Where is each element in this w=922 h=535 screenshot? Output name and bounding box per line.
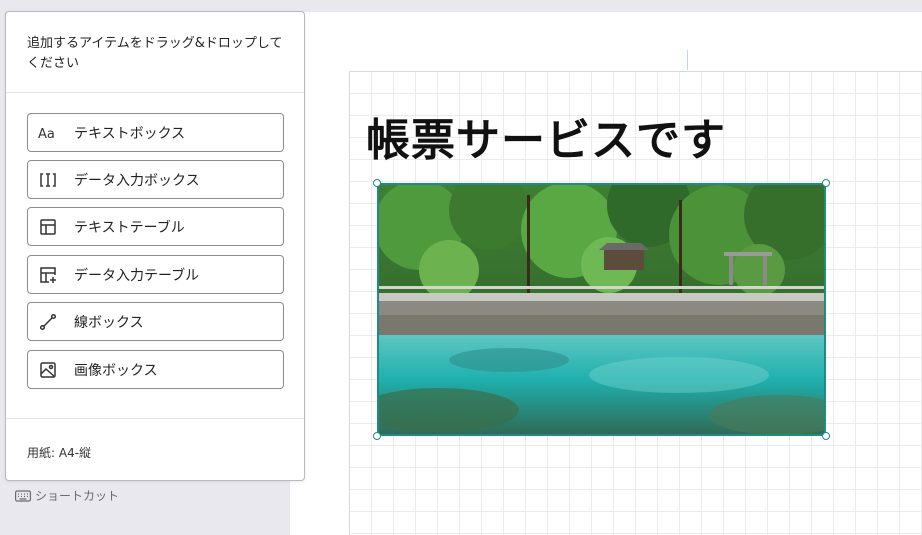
panel-divider-top bbox=[6, 92, 304, 93]
item-text-box[interactable]: Aa テキストボックス bbox=[27, 113, 284, 152]
landscape-photo bbox=[379, 185, 824, 434]
table-icon bbox=[38, 217, 58, 237]
keyboard-icon bbox=[15, 489, 31, 502]
text-font-icon: Aa bbox=[38, 123, 58, 143]
resize-handle-top-right[interactable] bbox=[822, 179, 830, 187]
panel-instruction: 追加するアイテムをドラッグ&ドロップしてください bbox=[27, 36, 283, 71]
panel-divider-bottom bbox=[6, 418, 304, 419]
resize-handle-bottom-right[interactable] bbox=[822, 432, 830, 440]
item-text-table[interactable]: テキストテーブル bbox=[27, 207, 284, 246]
item-line-box[interactable]: 線ボックス bbox=[27, 302, 284, 341]
shortcut-button[interactable]: ショートカット bbox=[15, 487, 119, 504]
item-label: テキストテーブル bbox=[74, 219, 185, 236]
item-label: データ入力テーブル bbox=[74, 267, 200, 284]
svg-text:Aa: Aa bbox=[38, 127, 55, 141]
item-label: テキストボックス bbox=[74, 125, 186, 142]
paper-size-label: 用紙: A4-縦 bbox=[27, 446, 92, 460]
item-label: 画像ボックス bbox=[74, 362, 158, 379]
shortcut-label: ショートカット bbox=[35, 489, 120, 503]
item-data-input-table[interactable]: データ入力テーブル bbox=[27, 255, 284, 294]
item-label: 線ボックス bbox=[74, 314, 144, 331]
item-data-input-box[interactable]: データ入力ボックス bbox=[27, 160, 284, 199]
image-box[interactable] bbox=[377, 183, 826, 436]
image-icon bbox=[38, 360, 58, 380]
resize-handle-top-left[interactable] bbox=[373, 179, 381, 187]
item-image-box[interactable]: 画像ボックス bbox=[27, 350, 284, 389]
resize-handle-bottom-left[interactable] bbox=[373, 432, 381, 440]
line-icon bbox=[38, 312, 58, 332]
item-palette-panel: 追加するアイテムをドラッグ&ドロップしてください Aa テキストボックス データ… bbox=[5, 11, 305, 481]
document-title-textbox[interactable]: 帳票サービスです bbox=[366, 104, 726, 168]
item-label: データ入力ボックス bbox=[74, 172, 200, 189]
text-cursor-box-icon bbox=[38, 170, 58, 190]
table-add-icon bbox=[38, 265, 58, 285]
ruler-guide bbox=[687, 50, 688, 70]
